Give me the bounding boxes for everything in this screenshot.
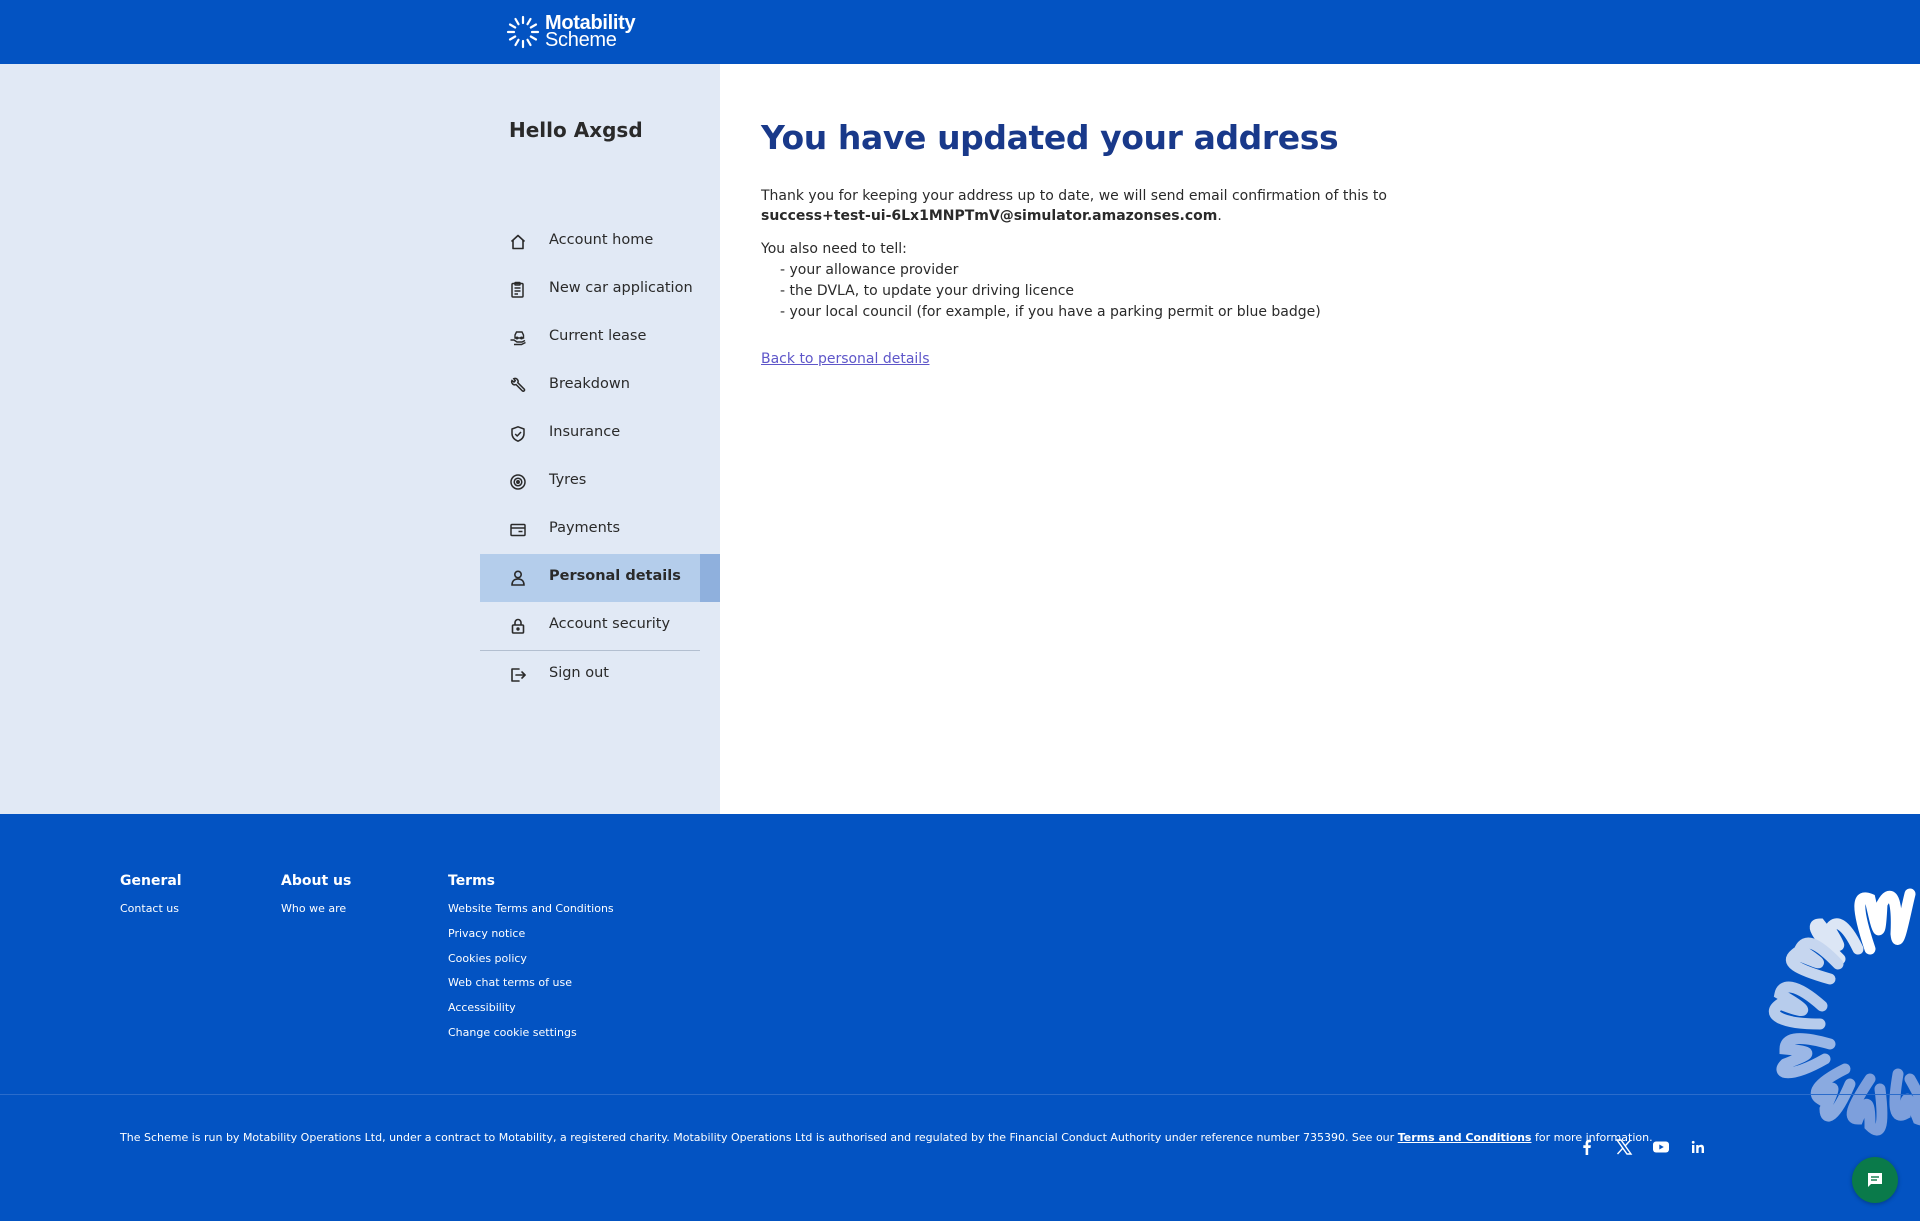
list-item: - your local council (for example, if yo… bbox=[780, 304, 1321, 320]
social-links bbox=[1577, 1137, 1708, 1157]
person-icon bbox=[509, 569, 527, 587]
sidebar-item-label: Personal details bbox=[549, 568, 681, 584]
terms-and-conditions-link[interactable]: Terms and Conditions bbox=[1398, 1131, 1532, 1144]
shield-check-icon bbox=[509, 425, 527, 443]
email-suffix: . bbox=[1217, 208, 1222, 224]
greeting: Hello Axgsd bbox=[509, 118, 643, 142]
facebook-icon[interactable] bbox=[1577, 1137, 1597, 1157]
sidebar-item-tyres[interactable]: Tyres bbox=[480, 458, 720, 506]
footer-column-about: About us Who we are bbox=[281, 873, 351, 927]
sidebar-item-personal-details[interactable]: Personal details bbox=[480, 554, 720, 602]
sidebar-item-label: Breakdown bbox=[549, 376, 630, 392]
linkedin-icon[interactable] bbox=[1688, 1137, 1708, 1157]
sidebar-item-payments[interactable]: Payments bbox=[480, 506, 720, 554]
footer-link-cookie-settings[interactable]: Change cookie settings bbox=[448, 1026, 614, 1040]
sidebar-item-label: Sign out bbox=[549, 665, 609, 681]
sidebar-item-label: Tyres bbox=[549, 472, 587, 488]
active-indicator bbox=[700, 554, 720, 602]
account-nav: Account home New car application Current… bbox=[480, 218, 720, 699]
sidebar-item-label: Payments bbox=[549, 520, 621, 536]
site-header: Motability Scheme bbox=[0, 0, 1920, 64]
sunburst-decoration-icon bbox=[1768, 888, 1920, 1136]
footer-heading: Terms bbox=[448, 873, 496, 889]
list-item: - your allowance provider bbox=[780, 262, 959, 278]
site-footer: General Contact us About us Who we are T… bbox=[0, 814, 1920, 1221]
confirmation-paragraph: Thank you for keeping your address up to… bbox=[761, 186, 1387, 226]
sidebar-item-breakdown[interactable]: Breakdown bbox=[480, 362, 720, 410]
footer-heading: General bbox=[120, 873, 182, 889]
confirmation-email: success+test-ui-6Lx1MNPTmV@simulator.ama… bbox=[761, 208, 1218, 224]
sidebar-item-label: Insurance bbox=[549, 424, 621, 440]
sidebar-item-label: Account security bbox=[549, 616, 671, 632]
youtube-icon[interactable] bbox=[1651, 1137, 1671, 1157]
also-tell-heading: You also need to tell: bbox=[761, 241, 907, 257]
clipboard-icon bbox=[509, 281, 527, 299]
lock-icon bbox=[509, 617, 527, 635]
logo-line2: Scheme bbox=[545, 29, 617, 51]
sidebar-item-account-home[interactable]: Account home bbox=[480, 218, 720, 266]
web-chat-button[interactable] bbox=[1852, 1157, 1898, 1203]
sunburst-logo-icon bbox=[506, 15, 540, 49]
wrench-icon bbox=[509, 377, 527, 395]
card-icon bbox=[509, 521, 527, 539]
footer-heading: About us bbox=[281, 873, 352, 889]
sidebar-item-insurance[interactable]: Insurance bbox=[480, 410, 720, 458]
legal-text: The Scheme is run by Motability Operatio… bbox=[120, 1131, 1395, 1144]
footer-link-who-we-are[interactable]: Who we are bbox=[281, 902, 351, 916]
legal-notice: The Scheme is run by Motability Operatio… bbox=[120, 1131, 1653, 1144]
tyre-icon bbox=[509, 473, 527, 491]
sidebar-item-new-car-application[interactable]: New car application bbox=[480, 266, 720, 314]
footer-link-website-terms[interactable]: Website Terms and Conditions bbox=[448, 902, 614, 916]
sidebar-item-sign-out[interactable]: Sign out bbox=[480, 651, 720, 699]
sidebar-item-account-security[interactable]: Account security bbox=[480, 602, 720, 650]
footer-link-cookies-policy[interactable]: Cookies policy bbox=[448, 952, 614, 966]
chat-bubble-icon bbox=[1868, 1173, 1882, 1187]
footer-link-contact-us[interactable]: Contact us bbox=[120, 902, 182, 916]
footer-column-terms: Terms Website Terms and Conditions Priva… bbox=[448, 873, 614, 1051]
back-to-personal-details-link[interactable]: Back to personal details bbox=[761, 351, 930, 367]
footer-link-privacy-notice[interactable]: Privacy notice bbox=[448, 927, 614, 941]
x-icon[interactable] bbox=[1614, 1137, 1634, 1157]
hand-car-icon bbox=[509, 329, 527, 347]
page-title: You have updated your address bbox=[761, 118, 1339, 157]
sidebar-item-label: Account home bbox=[549, 232, 654, 248]
sidebar-item-current-lease[interactable]: Current lease bbox=[480, 314, 720, 362]
footer-link-accessibility[interactable]: Accessibility bbox=[448, 1001, 614, 1015]
motability-logo[interactable]: Motability Scheme bbox=[505, 12, 636, 52]
sidebar-item-label: Current lease bbox=[549, 328, 647, 344]
tell-list: - your allowance provider - the DVLA, to… bbox=[780, 260, 1321, 323]
home-icon bbox=[509, 233, 527, 251]
sidebar-item-label: New car application bbox=[549, 280, 693, 296]
footer-divider bbox=[0, 1094, 1920, 1095]
footer-link-web-chat-terms[interactable]: Web chat terms of use bbox=[448, 976, 614, 990]
list-item: - the DVLA, to update your driving licen… bbox=[780, 283, 1075, 299]
footer-column-general: General Contact us bbox=[120, 873, 182, 927]
confirmation-text: Thank you for keeping your address up to… bbox=[761, 188, 1387, 204]
sign-out-icon bbox=[509, 666, 527, 684]
